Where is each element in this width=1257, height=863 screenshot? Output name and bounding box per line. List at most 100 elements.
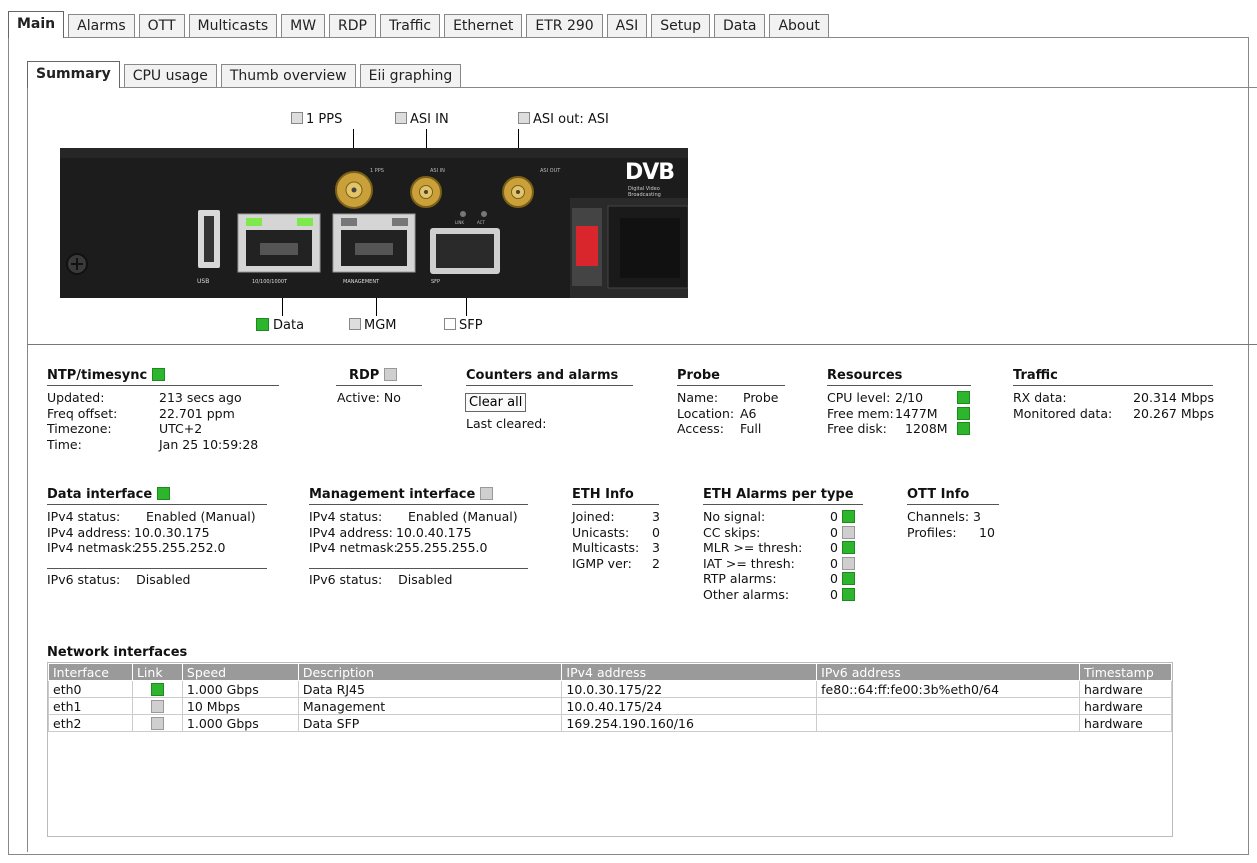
eth-alarms-values: 0 0 0 0 0 0 — [830, 509, 855, 602]
eth-alarms-underline — [703, 504, 863, 505]
pps-connector-line — [353, 129, 354, 149]
tab-rdp[interactable]: RDP — [329, 14, 376, 38]
asi-in-connector-line — [426, 129, 427, 149]
traffic-underline — [1013, 385, 1213, 386]
rtp-alarms-led — [841, 572, 855, 585]
resources-keys: CPU level: Free mem: Free disk: — [827, 390, 894, 437]
col-timestamp[interactable]: Timestamp — [1078, 663, 1173, 681]
free-mem-value: 1477M — [895, 405, 938, 421]
rdp-underline — [336, 385, 422, 386]
ntp-values: 213 secs ago 22.701 ppm UTC+2 Jan 25 10:… — [159, 390, 258, 452]
ott-info-title: OTT Info — [907, 487, 970, 502]
management-interface-title: Management interface — [309, 487, 493, 502]
main-tab-bar: Main Alarms OTT Multicasts MW RDP Traffi… — [8, 11, 833, 38]
cpu-level-key: CPU level: — [827, 390, 891, 405]
tab-ethernet[interactable]: Ethernet — [444, 14, 523, 38]
table-row[interactable]: eth2 1.000 Gbps Data SFP 169.254.190.160… — [48, 714, 1173, 732]
probe-location-value: A6 — [740, 405, 757, 421]
rx-data-value: 20.314 Mbps — [1133, 390, 1214, 405]
panel-pps-text: 1 PPS — [370, 168, 384, 174]
col-speed[interactable]: Speed — [181, 663, 299, 681]
tab-alarms[interactable]: Alarms — [68, 14, 135, 38]
network-interfaces-title: Network interfaces — [47, 645, 188, 660]
eth-joined-key: Joined: — [572, 509, 615, 524]
tab-asi[interactable]: ASI — [606, 14, 648, 38]
counters-underline — [466, 385, 633, 386]
tab-main[interactable]: Main — [8, 11, 65, 38]
eth-igmp-value: 2 — [652, 555, 660, 571]
cc-skips-key: CC skips: — [703, 524, 761, 540]
col-description[interactable]: Description — [297, 663, 563, 681]
no-signal-value: 0 — [830, 509, 838, 524]
tab-mw[interactable]: MW — [281, 14, 326, 38]
management-interface-separator — [309, 568, 528, 569]
tab-data[interactable]: Data — [714, 14, 766, 38]
data-ipv6-status-value: Disabled — [136, 572, 191, 587]
cell-ipv6 — [816, 697, 1080, 715]
cell-link — [131, 714, 183, 732]
tab-summary[interactable]: Summary — [27, 61, 120, 88]
mgmt-ipv4-netmask-key: IPv4 netmask: — [309, 540, 398, 555]
pps-indicator: 1 PPS — [291, 112, 342, 128]
tab-traffic[interactable]: Traffic — [380, 14, 441, 38]
eth-multicasts-value: 3 — [652, 540, 660, 555]
link-down-led — [150, 716, 164, 730]
probe-name-key: Name: — [677, 390, 719, 405]
table-header-row: Interface Link Speed Description IPv4 ad… — [48, 663, 1173, 681]
mgmt-ipv6-status-value: Disabled — [398, 572, 453, 587]
rdp-active-row: Active: No — [337, 390, 401, 406]
cell-link — [131, 697, 183, 715]
cc-skips-value: 0 — [830, 524, 838, 540]
ott-channels-key: Channels: — [907, 509, 970, 524]
probe-name-value: Probe — [743, 390, 779, 405]
cell-ipv6: fe80::64:ff:fe00:3b%eth0/64 — [816, 680, 1080, 698]
cell-ipv4: 10.0.40.175/24 — [561, 697, 818, 715]
tab-multicasts[interactable]: Multicasts — [188, 14, 278, 38]
cc-skips-led — [841, 525, 855, 539]
clear-all-button[interactable]: Clear all — [465, 393, 527, 412]
asi-in-checkbox — [395, 112, 407, 124]
network-interfaces-table-container: Interface Link Speed Description IPv4 ad… — [47, 662, 1173, 837]
mgm-port-indicator: MGM — [349, 318, 397, 334]
probe-access-value: Full — [740, 421, 762, 436]
cell-description: Data SFP — [297, 714, 563, 732]
tab-thumb-overview[interactable]: Thumb overview — [220, 64, 356, 88]
data-interface-values: Enabled (Manual) 10.0.30.175 255.255.252… — [134, 509, 256, 556]
col-ipv4[interactable]: IPv4 address — [561, 663, 818, 681]
rtp-alarms-value: 0 — [830, 571, 838, 586]
resources-title: Resources — [827, 368, 903, 383]
ntp-updated-key: Updated: — [47, 390, 105, 405]
probe-keys: Name: Location: Access: — [677, 390, 734, 437]
tab-cpu-usage[interactable]: CPU usage — [123, 64, 217, 88]
tab-about[interactable]: About — [769, 14, 829, 38]
table-row[interactable]: eth0 1.000 Gbps Data RJ45 10.0.30.175/22… — [48, 680, 1173, 698]
iat-thresh-led — [841, 556, 855, 570]
resources-leds — [957, 390, 970, 437]
cell-ipv4: 169.254.190.160/16 — [561, 714, 818, 732]
data-ipv4-address-key: IPv4 address: — [47, 524, 131, 540]
probe-location-key: Location: — [677, 405, 735, 421]
ntp-time-value: Jan 25 10:59:28 — [159, 436, 259, 452]
ott-info-keys: Channels: Profiles: — [907, 509, 969, 540]
tab-etr290[interactable]: ETR 290 — [526, 14, 603, 38]
table-row[interactable]: eth1 10 Mbps Management 10.0.40.175/24 h… — [48, 697, 1173, 715]
tab-ott[interactable]: OTT — [138, 14, 185, 38]
col-link[interactable]: Link — [131, 663, 183, 681]
asi-out-connector-line — [518, 129, 519, 149]
device-front-panel: DVB Digital Video Broadcasting 1 PPS ASI… — [60, 148, 688, 298]
tab-eii-graphing[interactable]: Eii graphing — [359, 64, 462, 88]
asi-out-checkbox — [518, 112, 530, 124]
management-interface-underline — [309, 504, 528, 505]
ntp-timezone-value: UTC+2 — [159, 421, 203, 436]
ott-channels-value: 3 — [973, 509, 981, 524]
link-up-led — [150, 682, 164, 696]
data-ipv6-status-key: IPv6 status: — [47, 572, 121, 587]
management-interface-led — [479, 487, 493, 500]
tab-setup[interactable]: Setup — [651, 14, 711, 38]
no-signal-led — [841, 510, 855, 523]
col-ipv6[interactable]: IPv6 address — [816, 663, 1080, 681]
free-disk-value: 1208M — [905, 421, 948, 436]
col-interface[interactable]: Interface — [48, 663, 133, 681]
ott-info-values: 3 10 — [973, 509, 995, 540]
eth-alarms-keys: No signal: CC skips: MLR >= thresh: IAT … — [703, 509, 802, 602]
